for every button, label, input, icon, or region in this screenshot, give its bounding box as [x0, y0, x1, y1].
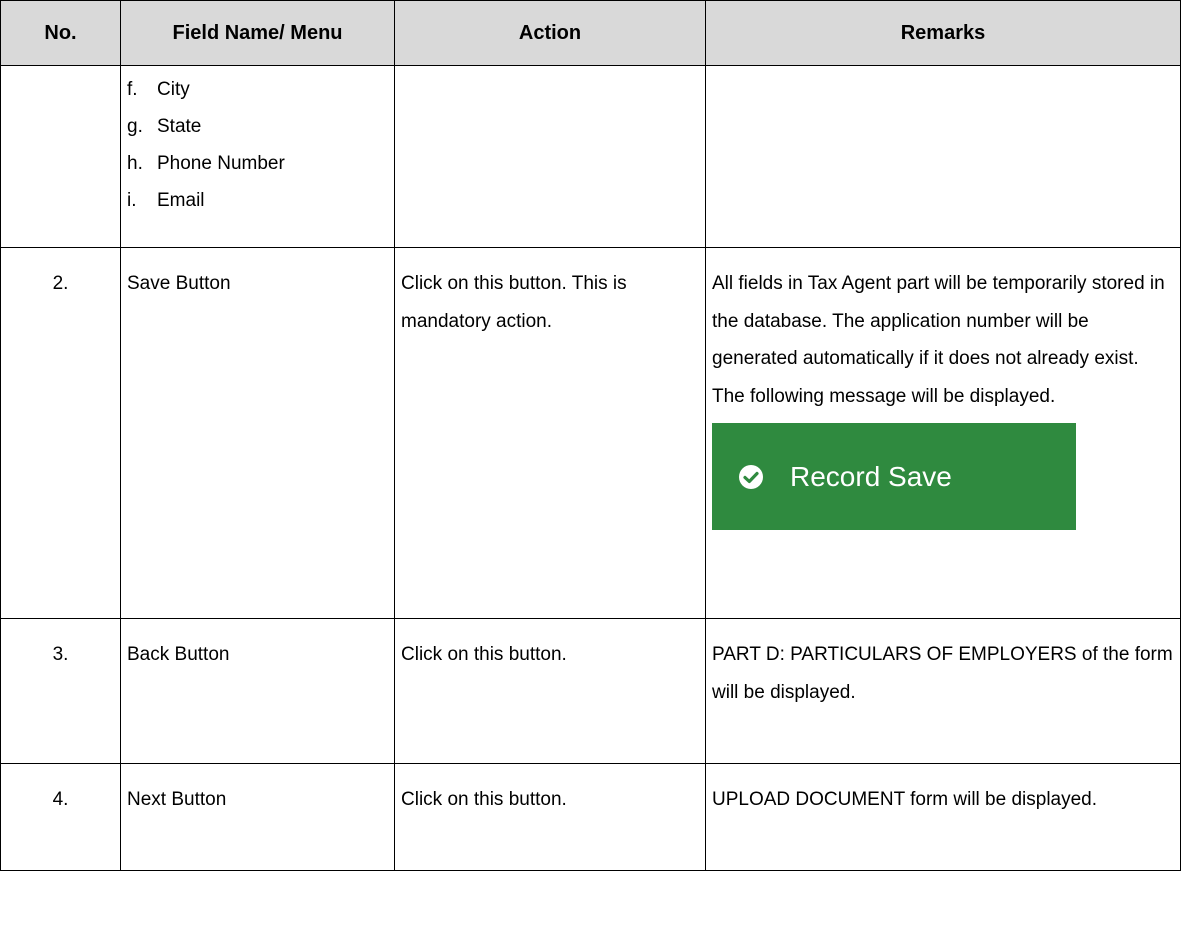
action-cell: Click on this button.: [394, 763, 706, 871]
record-save-text: Record Save: [790, 460, 952, 492]
action-cell: Click on this button. This is mandatory …: [394, 247, 706, 619]
action-text: Click on this button. This is mandatory …: [401, 273, 627, 332]
field-sub-list: f. City g. State h. Phone Number i. Emai…: [121, 66, 394, 219]
header-field-name: Field Name/ Menu: [120, 0, 395, 66]
remarks-text: PART D: PARTICULARS OF EMPLOYERS of the …: [712, 644, 1173, 703]
list-item: h. Phone Number: [127, 145, 394, 182]
remarks-cell: All fields in Tax Agent part will be tem…: [705, 247, 1181, 619]
action-cell: Click on this button.: [394, 618, 706, 764]
remarks-text: UPLOAD DOCUMENT form will be displayed.: [712, 789, 1098, 810]
list-letter: i.: [127, 189, 137, 211]
field-cell: Next Button: [120, 763, 395, 871]
field-cell: Save Button: [120, 247, 395, 619]
list-item: f. City: [127, 71, 394, 108]
field-name: Next Button: [127, 789, 227, 810]
list-item: i. Email: [127, 182, 394, 219]
check-circle-icon: [739, 464, 763, 489]
no-cell: 3.: [0, 618, 121, 764]
row-number: 4.: [52, 789, 69, 810]
list-letter: g.: [127, 115, 143, 137]
field-name: Save Button: [127, 273, 231, 294]
field-cell: Back Button: [120, 618, 395, 764]
list-item: g. State: [127, 108, 394, 145]
action-text: Click on this button.: [401, 789, 567, 810]
row-number: 2.: [52, 273, 69, 294]
header-action: Action: [394, 0, 706, 66]
field-name: Back Button: [127, 644, 230, 665]
action-text: Click on this button.: [401, 644, 567, 665]
instructions-table: No. Field Name/ Menu Action Remarks f. C…: [0, 0, 1181, 871]
list-label: Email: [157, 189, 205, 211]
remarks-cell: PART D: PARTICULARS OF EMPLOYERS of the …: [705, 618, 1181, 764]
action-cell: [394, 65, 706, 248]
list-letter: h.: [127, 152, 143, 174]
remarks-cell: [705, 65, 1181, 248]
no-cell: [0, 65, 121, 248]
table-row: 3. Back Button Click on this button. PAR…: [0, 618, 1181, 764]
header-no: No.: [0, 0, 121, 66]
table-row: 2. Save Button Click on this button. Thi…: [0, 247, 1181, 619]
header-remarks: Remarks: [705, 0, 1181, 66]
list-label: City: [157, 78, 190, 100]
remarks-cell: UPLOAD DOCUMENT form will be displayed.: [705, 763, 1181, 871]
list-letter: f.: [127, 78, 138, 100]
header-row: No. Field Name/ Menu Action Remarks: [0, 0, 1181, 66]
table-row: f. City g. State h. Phone Number i. Emai…: [0, 65, 1181, 248]
no-cell: 2.: [0, 247, 121, 619]
field-cell: f. City g. State h. Phone Number i. Emai…: [120, 65, 395, 248]
list-label: State: [157, 115, 202, 137]
row-number: 3.: [52, 644, 69, 665]
table-row: 4. Next Button Click on this button. UPL…: [0, 763, 1181, 871]
record-save-banner: Record Save: [712, 423, 1076, 530]
remarks-text: All fields in Tax Agent part will be tem…: [712, 273, 1165, 407]
no-cell: 4.: [0, 763, 121, 871]
list-label: Phone Number: [157, 152, 285, 174]
